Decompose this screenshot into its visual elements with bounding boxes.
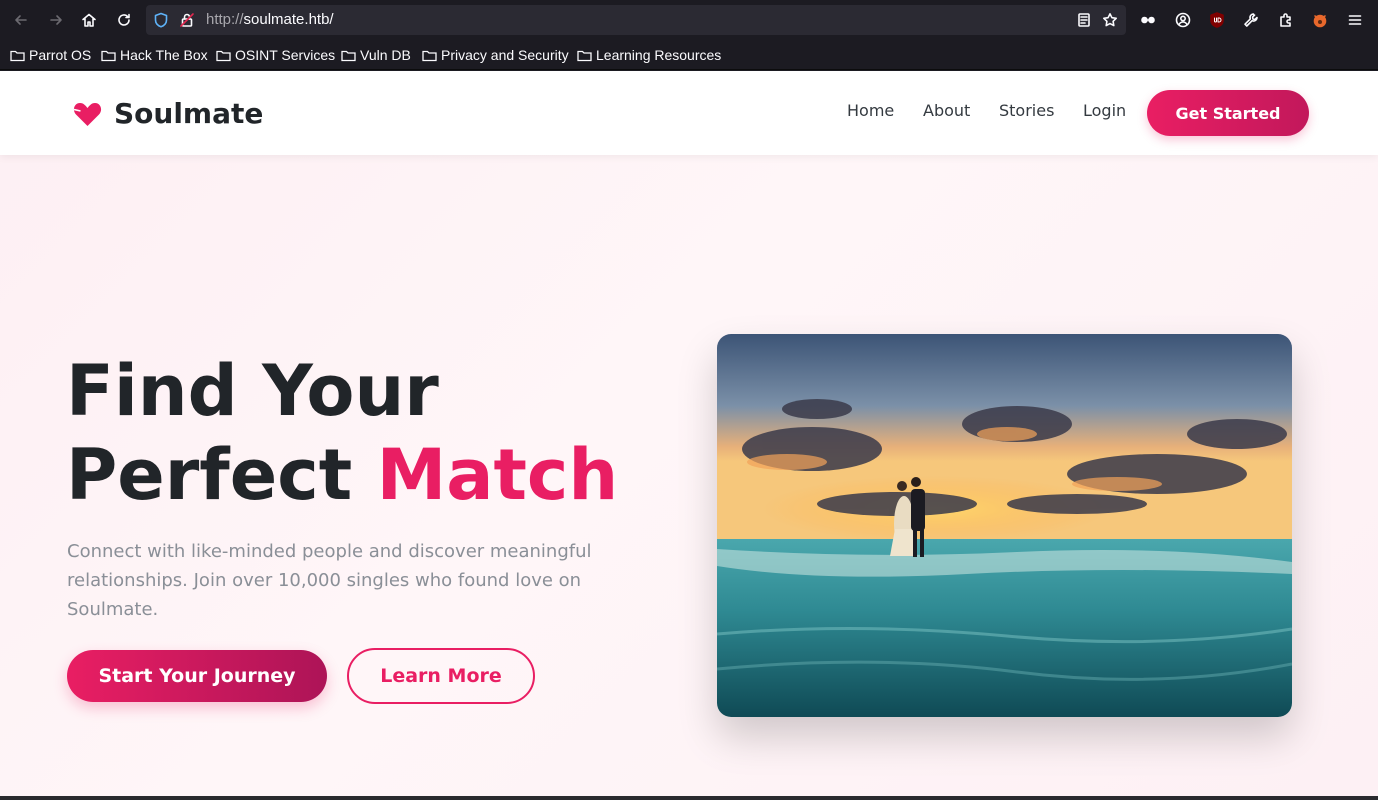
hero-couple-beach-image — [717, 334, 1292, 717]
hero-title-line1: Find Your — [66, 350, 439, 432]
reader-view-icon[interactable] — [1076, 12, 1092, 28]
hero-title: Find Your Perfect Match — [66, 349, 618, 517]
url-bar[interactable]: http://soulmate.htb/ — [146, 5, 1126, 35]
bookmarks-toolbar: Parrot OS Hack The Box OSINT Services Vu… — [0, 40, 1378, 70]
insecure-lock-icon[interactable] — [179, 12, 195, 28]
url-text[interactable]: http://soulmate.htb/ — [206, 11, 334, 28]
account-icon[interactable] — [1171, 8, 1195, 32]
private-mask-icon[interactable] — [1136, 8, 1160, 32]
browser-toolbar: http://soulmate.htb/ — [0, 0, 1378, 40]
reload-icon[interactable] — [112, 8, 136, 32]
bookmark-folder-learning-resources[interactable]: Learning Resources — [577, 47, 721, 63]
home-icon[interactable] — [77, 8, 101, 32]
url-host: soulmate.htb/ — [243, 11, 334, 28]
page-viewport: Soulmate Home About Stories Login Get St… — [0, 71, 1378, 796]
folder-icon — [341, 50, 356, 61]
bookmark-folder-privacy-and-security[interactable]: Privacy and Security — [422, 47, 569, 63]
hero-title-line2: Perfect — [66, 434, 377, 516]
foxyproxy-icon[interactable] — [1308, 8, 1332, 32]
nav-login-link[interactable]: Login — [1083, 101, 1126, 120]
bookmark-label: Parrot OS — [29, 47, 92, 63]
url-protocol: http:// — [206, 11, 244, 28]
forward-icon[interactable] — [44, 8, 68, 32]
bookmark-label: Vuln DB — [360, 47, 411, 63]
bookmark-star-icon[interactable] — [1102, 12, 1118, 28]
bookmark-label: Learning Resources — [596, 47, 722, 63]
heart-icon — [73, 102, 102, 126]
hero-title-accent: Match — [376, 434, 619, 516]
back-icon[interactable] — [9, 8, 33, 32]
site-navbar: Soulmate Home About Stories Login Get St… — [0, 71, 1378, 155]
folder-icon — [10, 50, 25, 61]
bookmark-label: Privacy and Security — [441, 47, 569, 63]
bookmark-label: Hack The Box — [120, 47, 208, 63]
folder-icon — [216, 50, 231, 61]
get-started-button[interactable]: Get Started — [1147, 90, 1309, 136]
nav-stories-link[interactable]: Stories — [999, 101, 1054, 120]
hero-subtitle: Connect with like-minded people and disc… — [67, 541, 592, 620]
os-taskbar — [0, 796, 1378, 800]
learn-more-button[interactable]: Learn More — [347, 648, 535, 704]
folder-icon — [101, 50, 116, 61]
menu-icon[interactable] — [1343, 8, 1367, 32]
nav-home-link[interactable]: Home — [847, 101, 894, 120]
bookmark-folder-hack-the-box[interactable]: Hack The Box — [101, 47, 208, 63]
bookmark-label: OSINT Services — [235, 47, 336, 63]
folder-icon — [422, 50, 437, 61]
nav-about-link[interactable]: About — [923, 101, 970, 120]
bookmark-folder-parrot-os[interactable]: Parrot OS — [10, 47, 91, 63]
start-journey-button[interactable]: Start Your Journey — [67, 650, 327, 702]
ublock-icon[interactable] — [1205, 8, 1229, 32]
folder-icon — [577, 50, 592, 61]
bookmark-folder-vuln-db[interactable]: Vuln DB — [341, 47, 411, 63]
brand-name: Soulmate — [114, 97, 264, 130]
shield-icon[interactable] — [153, 12, 169, 28]
wrench-icon[interactable] — [1239, 8, 1263, 32]
bookmark-folder-osint-services[interactable]: OSINT Services — [216, 47, 335, 63]
extensions-icon[interactable] — [1274, 8, 1298, 32]
site-logo[interactable]: Soulmate — [73, 97, 263, 130]
